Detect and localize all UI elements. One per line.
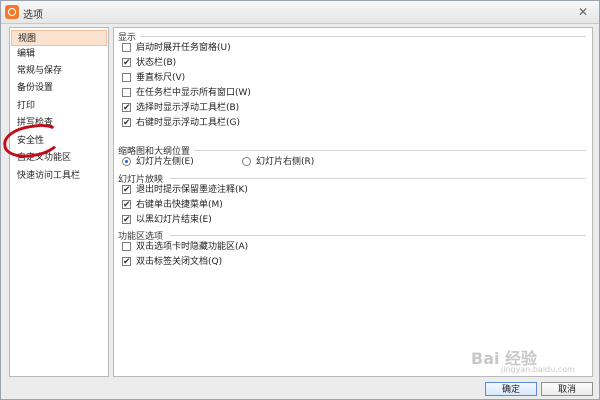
option-label: 双击选项卡时隐藏功能区(A) [136, 242, 249, 252]
checkbox[interactable] [122, 56, 131, 70]
sidebar-item-view[interactable]: 视图 [11, 30, 107, 46]
divider [170, 235, 586, 236]
radio-button[interactable] [122, 157, 131, 166]
watermark-url: jingyan.baidu.com [501, 365, 575, 374]
option-label: 退出时提示保留墨迹注释(K) [136, 185, 248, 195]
option-label: 右键时显示浮动工具栏(G) [136, 118, 240, 128]
option-label: 幻灯片右侧(R) [256, 157, 315, 167]
radio-button[interactable] [242, 157, 251, 166]
section-title-display: 显示 [118, 33, 137, 43]
checkbox[interactable] [122, 43, 131, 52]
cancel-button[interactable]: 取消 [541, 382, 593, 396]
option-label: 双击标签关闭文档(Q) [136, 257, 223, 267]
ok-button[interactable]: 确定 [485, 382, 537, 396]
option-label: 状态栏(B) [136, 58, 177, 68]
option-label: 选择时显示浮动工具栏(B) [136, 103, 240, 113]
checkbox[interactable] [122, 242, 131, 251]
divider [170, 178, 586, 179]
checkbox[interactable] [122, 116, 131, 130]
option-label: 垂直标尺(V) [136, 73, 186, 83]
sidebar-item-edit[interactable]: 编辑 [11, 46, 107, 62]
option-label: 以黑幻灯片结束(E) [136, 215, 212, 225]
close-icon[interactable]: ✕ [571, 3, 595, 21]
option-label: 在任务栏中显示所有窗口(W) [136, 88, 251, 98]
checkbox[interactable] [122, 198, 131, 212]
checkbox[interactable] [122, 88, 131, 97]
option-label: 右键单击快捷菜单(M) [136, 200, 223, 210]
option-label: 启动时展开任务窗格(U) [136, 43, 231, 53]
sidebar-item-quick-access-toolbar[interactable]: 快速访问工具栏 [11, 168, 107, 184]
options-dialog: 选项 ✕ 视图 编辑 常规与保存 备份设置 打印 拼写检查 安全性 自定义功能区… [0, 0, 600, 400]
sidebar-item-backup[interactable]: 备份设置 [11, 80, 107, 96]
checkbox[interactable] [122, 73, 131, 82]
dialog-title: 选项 [23, 10, 43, 21]
option-label: 幻灯片左侧(E) [136, 157, 194, 167]
checkbox[interactable] [122, 213, 131, 227]
divider [140, 36, 586, 37]
category-sidebar: 视图 编辑 常规与保存 备份设置 打印 拼写检查 安全性 自定义功能区 快速访问… [9, 27, 109, 377]
title-bar: 选项 ✕ [1, 1, 599, 24]
sidebar-item-general-save[interactable]: 常规与保存 [11, 63, 107, 79]
checkbox[interactable] [122, 255, 131, 269]
app-icon [5, 5, 19, 19]
settings-panel: 显示 启动时展开任务窗格(U) 状态栏(B) 垂直标尺(V) 在任务栏中显示所有… [113, 27, 593, 377]
sidebar-item-print[interactable]: 打印 [11, 98, 107, 114]
divider [194, 150, 586, 151]
checkbox[interactable] [122, 101, 131, 115]
checkbox[interactable] [122, 183, 131, 197]
